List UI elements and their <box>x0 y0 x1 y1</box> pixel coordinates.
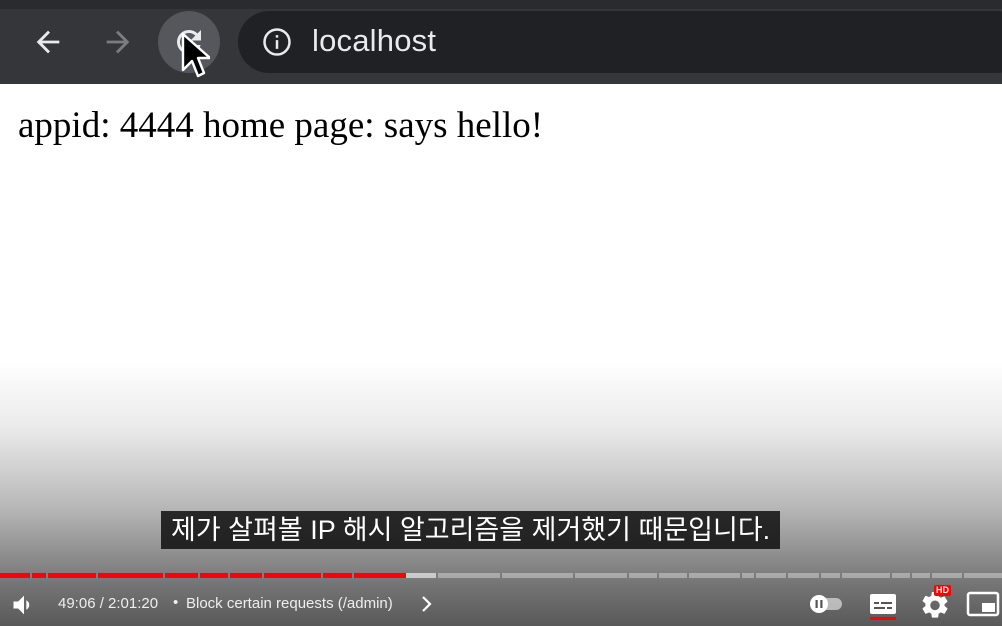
hd-badge: HD <box>934 585 951 596</box>
mouse-cursor-icon <box>181 32 210 78</box>
page-body-text: appid: 4444 home page: says hello! <box>18 105 544 146</box>
chapter-separator: • <box>173 594 179 611</box>
arrow-left-icon <box>36 30 60 54</box>
url-text[interactable]: localhost <box>312 23 436 59</box>
progress-chapter-segment[interactable] <box>406 573 436 578</box>
progress-played-segment[interactable] <box>32 573 46 578</box>
progress-played-segment[interactable] <box>323 573 352 578</box>
progress-chapter-segment[interactable] <box>932 573 962 578</box>
miniplayer-icon <box>966 591 1000 617</box>
progress-bar[interactable] <box>0 573 1002 578</box>
subtitles-button[interactable] <box>868 590 898 620</box>
progress-played-segment[interactable] <box>0 573 30 578</box>
progress-chapter-segment[interactable] <box>659 573 687 578</box>
progress-chapter-segment[interactable] <box>912 573 930 578</box>
arrow-right-icon <box>106 30 130 54</box>
progress-chapter-segment[interactable] <box>575 573 627 578</box>
player-controls: 49:06 / 2:01:20 • Block certain requests… <box>0 584 1002 626</box>
progress-played-segment[interactable] <box>98 573 163 578</box>
time-display: 49:06 / 2:01:20 <box>58 595 159 612</box>
progress-chapter-segment[interactable] <box>892 573 910 578</box>
progress-played-segment[interactable] <box>200 573 228 578</box>
progress-played-segment[interactable] <box>354 573 406 578</box>
progress-chapter-segment[interactable] <box>756 573 786 578</box>
info-icon[interactable] <box>262 27 292 57</box>
forward-button[interactable] <box>90 16 146 68</box>
autoplay-toggle-icon[interactable] <box>808 593 844 615</box>
progress-played-segment[interactable] <box>264 573 321 578</box>
progress-chapter-segment[interactable] <box>502 573 573 578</box>
browser-toolbar: localhost <box>0 0 1002 84</box>
progress-played-segment[interactable] <box>230 573 262 578</box>
tab-strip-edge <box>0 0 1002 9</box>
chapter-title[interactable]: Block certain requests (/admin) <box>186 595 393 612</box>
progress-chapter-segment[interactable] <box>821 573 840 578</box>
progress-chapter-segment[interactable] <box>742 573 754 578</box>
progress-played-segment[interactable] <box>48 573 96 578</box>
chevron-right-icon[interactable] <box>420 594 434 614</box>
subtitle-caption: 제가 살펴볼 IP 해시 알고리즘을 제거했기 때문입니다. <box>161 511 781 549</box>
progress-chapter-segment[interactable] <box>689 573 740 578</box>
progress-chapter-segment[interactable] <box>964 573 1002 578</box>
subtitles-icon <box>870 594 896 620</box>
progress-chapter-segment[interactable] <box>842 573 890 578</box>
miniplayer-button[interactable] <box>966 590 1000 618</box>
back-button[interactable] <box>20 16 76 68</box>
progress-chapter-segment[interactable] <box>438 573 500 578</box>
progress-chapter-segment[interactable] <box>629 573 657 578</box>
progress-played-segment[interactable] <box>165 573 198 578</box>
progress-chapter-segment[interactable] <box>788 573 819 578</box>
volume-icon[interactable] <box>10 591 38 619</box>
address-bar[interactable]: localhost <box>238 11 1002 73</box>
